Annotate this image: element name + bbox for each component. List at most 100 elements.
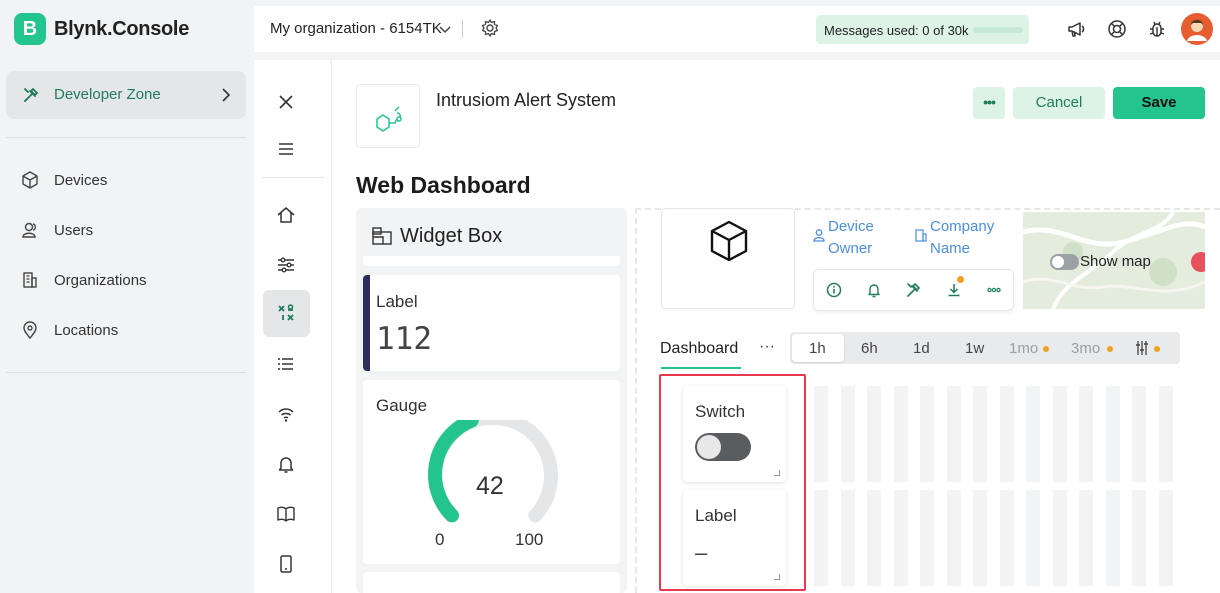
show-map-label: Show map xyxy=(1080,253,1151,270)
show-map-toggle[interactable] xyxy=(1050,254,1079,270)
grid-cell xyxy=(814,490,828,586)
close-icon[interactable] xyxy=(275,91,297,113)
template-image[interactable] xyxy=(356,84,420,148)
grid-cell xyxy=(1052,490,1067,586)
sidebar-item-organizations[interactable]: Organizations xyxy=(20,268,147,292)
grid-cell xyxy=(1052,386,1067,482)
grid-cell xyxy=(1105,386,1120,482)
icon-rail xyxy=(254,60,332,593)
info-icon[interactable] xyxy=(826,282,842,298)
save-button[interactable]: Save xyxy=(1113,87,1205,119)
grid-cell xyxy=(1105,490,1120,586)
tab-active-underline xyxy=(661,367,741,369)
more-icon[interactable] xyxy=(986,282,1002,298)
web-dashboard-icon[interactable] xyxy=(275,302,297,324)
users-icon xyxy=(22,222,36,238)
widget-box-header: Widget Box xyxy=(356,208,627,256)
widget-card[interactable] xyxy=(363,572,620,593)
user-icon xyxy=(813,229,825,242)
sidebar-item-locations[interactable]: Locations xyxy=(20,318,118,342)
time-range-1mo[interactable]: 1mo xyxy=(1009,340,1038,357)
messages-usage-bar xyxy=(973,27,1023,33)
company-name-link[interactable]: Company Name xyxy=(930,216,1010,260)
widget-box-icon xyxy=(372,227,392,245)
tab-dashboard[interactable]: Dashboard xyxy=(660,340,738,358)
chevron-down-icon[interactable] xyxy=(438,22,452,36)
messages-usage-badge: Messages used: 0 of 30k xyxy=(816,15,1029,44)
bug-icon[interactable] xyxy=(1146,18,1168,40)
grid-cell xyxy=(1026,386,1040,482)
sidebar-item-devices[interactable]: Devices xyxy=(20,168,107,192)
sidebar-divider xyxy=(6,137,246,138)
grid-cell xyxy=(1079,490,1093,586)
grid-cell xyxy=(1158,490,1173,586)
grid-cell xyxy=(893,490,908,586)
gauge-max: 100 xyxy=(515,530,544,549)
location-pin-icon xyxy=(23,321,37,340)
chevron-right-icon xyxy=(222,88,231,102)
avatar[interactable] xyxy=(1181,13,1213,45)
selection-highlight xyxy=(659,374,806,591)
main-panel: Intrusiom Alert System ••• Cancel Save W… xyxy=(254,60,1220,593)
gauge-min: 0 xyxy=(435,530,445,549)
brand-name: Blynk.Console xyxy=(54,18,190,40)
sidebar-item-developer-zone[interactable]: Developer Zone xyxy=(6,71,246,119)
pro-dot xyxy=(1043,346,1049,352)
bell-icon[interactable] xyxy=(275,453,297,475)
org-selector[interactable]: My organization - 6154TK xyxy=(270,20,442,37)
wrench-hammer-icon xyxy=(24,87,39,102)
wifi-icon[interactable] xyxy=(275,403,297,425)
blynk-logo: B xyxy=(14,13,46,45)
grid-cell xyxy=(1158,386,1173,482)
device-image[interactable] xyxy=(661,208,795,309)
list-icon[interactable] xyxy=(275,353,297,375)
time-range-6h[interactable]: 6h xyxy=(861,340,878,357)
more-options-button[interactable]: ••• xyxy=(973,87,1005,119)
sidebar-item-label: Developer Zone xyxy=(54,86,161,103)
cube-icon xyxy=(710,220,748,262)
widget-card-label[interactable]: Label 112 xyxy=(363,275,620,371)
time-range-1h[interactable]: 1h xyxy=(809,340,826,357)
grid-cell xyxy=(893,386,908,482)
grid-cell xyxy=(1079,386,1093,482)
sidebar-item-users[interactable]: Users xyxy=(20,218,93,242)
pro-dot xyxy=(1154,346,1160,352)
widget-card-title: Gauge xyxy=(376,396,428,415)
grid-cell xyxy=(1132,386,1146,482)
time-range-3mo[interactable]: 3mo xyxy=(1071,340,1100,357)
datastreams-icon[interactable] xyxy=(275,254,297,276)
pro-dot xyxy=(1107,346,1113,352)
widget-card[interactable] xyxy=(363,256,620,266)
grid-cell xyxy=(814,386,828,482)
grid-cell xyxy=(840,490,855,586)
sidebar-item-label: Users xyxy=(54,221,94,239)
menu-icon[interactable] xyxy=(275,138,297,160)
widget-card-gauge[interactable]: Gauge 42 0 100 xyxy=(363,380,620,564)
time-range-1d[interactable]: 1d xyxy=(913,340,930,357)
toggle-knob xyxy=(1052,256,1064,268)
widget-box-title: Widget Box xyxy=(400,225,503,247)
device-owner-link[interactable]: Device Owner xyxy=(828,216,908,260)
bell-icon[interactable] xyxy=(866,282,882,298)
book-icon[interactable] xyxy=(275,503,297,525)
grid-cell xyxy=(946,386,961,482)
download-icon[interactable] xyxy=(946,282,962,298)
grid-cell xyxy=(973,490,987,586)
mobile-icon[interactable] xyxy=(275,553,297,575)
grid-cell xyxy=(999,386,1014,482)
adjust-sliders-icon[interactable] xyxy=(1134,340,1150,356)
grid-cell xyxy=(920,386,934,482)
time-range-selector: 1h 6h 1d 1w 1mo 3mo xyxy=(790,332,1180,364)
time-range-1w[interactable]: 1w xyxy=(965,340,984,357)
gauge-value: 42 xyxy=(476,472,504,500)
home-icon[interactable] xyxy=(275,204,297,226)
device-actions-bar xyxy=(813,269,1014,311)
tab-more-button[interactable]: ··· xyxy=(759,338,775,356)
gear-icon[interactable] xyxy=(480,18,500,38)
wrench-icon[interactable] xyxy=(906,282,922,298)
megaphone-icon[interactable] xyxy=(1066,18,1088,40)
messages-usage-text: Messages used: 0 of 30k xyxy=(824,23,969,38)
cancel-button[interactable]: Cancel xyxy=(1013,87,1105,119)
cube-icon xyxy=(22,171,38,189)
help-lifebuoy-icon[interactable] xyxy=(1106,18,1128,40)
